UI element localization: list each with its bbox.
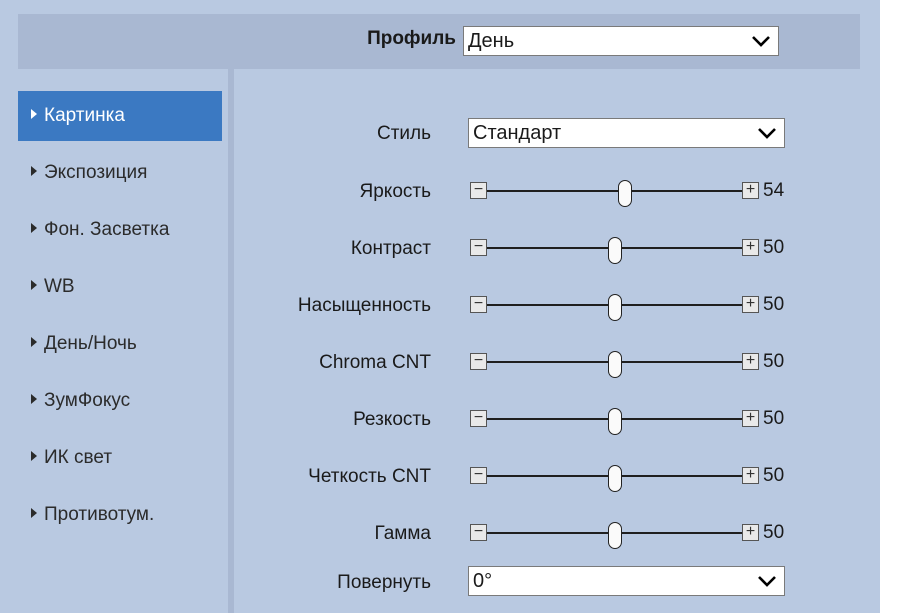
sidebar-item-label: WB xyxy=(44,276,75,297)
slider-thumb[interactable] xyxy=(608,465,622,492)
sharpness-label: Резкость xyxy=(353,409,431,430)
sidebar-item-label: Фон. Засветка xyxy=(44,219,170,240)
decrement-button[interactable]: − xyxy=(470,467,487,484)
style-select-value: Стандарт xyxy=(473,122,562,144)
profile-select[interactable]: День xyxy=(463,26,779,56)
increment-button[interactable]: + xyxy=(742,524,759,541)
caret-right-icon xyxy=(31,222,37,233)
sidebar-item-defog[interactable]: Противотум. xyxy=(18,490,222,540)
slider-thumb[interactable] xyxy=(608,351,622,378)
caret-right-icon xyxy=(31,108,37,119)
sidebar-item-label: Картинка xyxy=(44,105,125,126)
sidebar-item-exposure[interactable]: Экспозиция xyxy=(18,148,222,198)
decrement-button[interactable]: − xyxy=(470,524,487,541)
chroma-cnt-label: Chroma CNT xyxy=(319,352,431,373)
brightness-slider[interactable]: − +54 xyxy=(470,180,784,207)
contrast-label: Контраст xyxy=(350,238,431,259)
sidebar-item-label: День/Ночь xyxy=(44,333,137,354)
profile-label: Профиль xyxy=(367,28,456,49)
rotate-select-value: 0° xyxy=(473,570,493,592)
caret-right-icon xyxy=(31,450,37,461)
increment-button[interactable]: + xyxy=(742,182,759,199)
decrement-button[interactable]: − xyxy=(470,239,487,256)
caret-right-icon xyxy=(31,279,37,290)
slider-thumb[interactable] xyxy=(608,294,622,321)
sharpness-slider[interactable]: − +50 xyxy=(470,408,784,435)
sidebar-item-label: ИК свет xyxy=(44,447,113,468)
chroma-cnt-slider[interactable]: − +50 xyxy=(470,351,784,378)
clarity-cnt-label: Четкость CNT xyxy=(308,466,431,487)
sidebar-divider xyxy=(228,69,234,613)
chroma-cnt-value: 50 xyxy=(763,351,785,372)
sidebar-item-label: Экспозиция xyxy=(44,162,148,183)
decrement-button[interactable]: − xyxy=(470,353,487,370)
style-label: Стиль xyxy=(376,123,431,144)
caret-right-icon xyxy=(31,507,37,518)
sidebar-item-day-night[interactable]: День/Ночь xyxy=(18,319,222,369)
brightness-value: 54 xyxy=(763,180,785,201)
sidebar-item-label: Противотум. xyxy=(44,504,155,525)
sidebar-item-picture[interactable]: Картинка xyxy=(18,91,222,141)
clarity-cnt-value: 50 xyxy=(763,465,785,486)
decrement-button[interactable]: − xyxy=(470,410,487,427)
rotate-select[interactable]: 0° xyxy=(468,566,785,596)
settings-panel: Профиль День Картинка Экспозиция Фон. За… xyxy=(0,0,880,613)
saturation-slider[interactable]: − +50 xyxy=(470,294,784,321)
sidebar: Картинка Экспозиция Фон. Засветка WB Ден… xyxy=(18,69,228,613)
slider-thumb[interactable] xyxy=(618,180,632,207)
slider-track[interactable] xyxy=(487,190,742,192)
brightness-label: Яркость xyxy=(359,181,431,202)
sidebar-item-label: ЗумФокус xyxy=(44,390,131,411)
decrement-button[interactable]: − xyxy=(470,182,487,199)
sidebar-item-ir-light[interactable]: ИК свет xyxy=(18,433,222,483)
style-select[interactable]: Стандарт xyxy=(468,118,785,148)
increment-button[interactable]: + xyxy=(742,467,759,484)
increment-button[interactable]: + xyxy=(742,239,759,256)
gamma-slider[interactable]: − +50 xyxy=(470,522,784,549)
chevron-down-icon xyxy=(752,36,770,47)
chevron-down-icon xyxy=(758,576,776,587)
saturation-value: 50 xyxy=(763,294,785,315)
saturation-label: Насыщенность xyxy=(297,295,431,316)
gamma-label: Гамма xyxy=(374,523,431,544)
sidebar-item-backlight[interactable]: Фон. Засветка xyxy=(18,205,222,255)
increment-button[interactable]: + xyxy=(742,410,759,427)
slider-thumb[interactable] xyxy=(608,522,622,549)
increment-button[interactable]: + xyxy=(742,296,759,313)
increment-button[interactable]: + xyxy=(742,353,759,370)
rotate-label: Повернуть xyxy=(337,572,431,593)
contrast-value: 50 xyxy=(763,237,785,258)
profile-bar: Профиль День xyxy=(18,14,860,69)
sidebar-item-zoom-focus[interactable]: ЗумФокус xyxy=(18,376,222,426)
chevron-down-icon xyxy=(758,128,776,139)
slider-thumb[interactable] xyxy=(608,237,622,264)
caret-right-icon xyxy=(31,393,37,404)
contrast-slider[interactable]: − +50 xyxy=(470,237,784,264)
gamma-value: 50 xyxy=(763,522,785,543)
decrement-button[interactable]: − xyxy=(470,296,487,313)
sharpness-value: 50 xyxy=(763,408,785,429)
caret-right-icon xyxy=(31,165,37,176)
slider-thumb[interactable] xyxy=(608,408,622,435)
clarity-cnt-slider[interactable]: − +50 xyxy=(470,465,784,492)
caret-right-icon xyxy=(31,336,37,347)
sidebar-item-wb[interactable]: WB xyxy=(18,262,222,312)
profile-select-value: День xyxy=(468,30,515,52)
